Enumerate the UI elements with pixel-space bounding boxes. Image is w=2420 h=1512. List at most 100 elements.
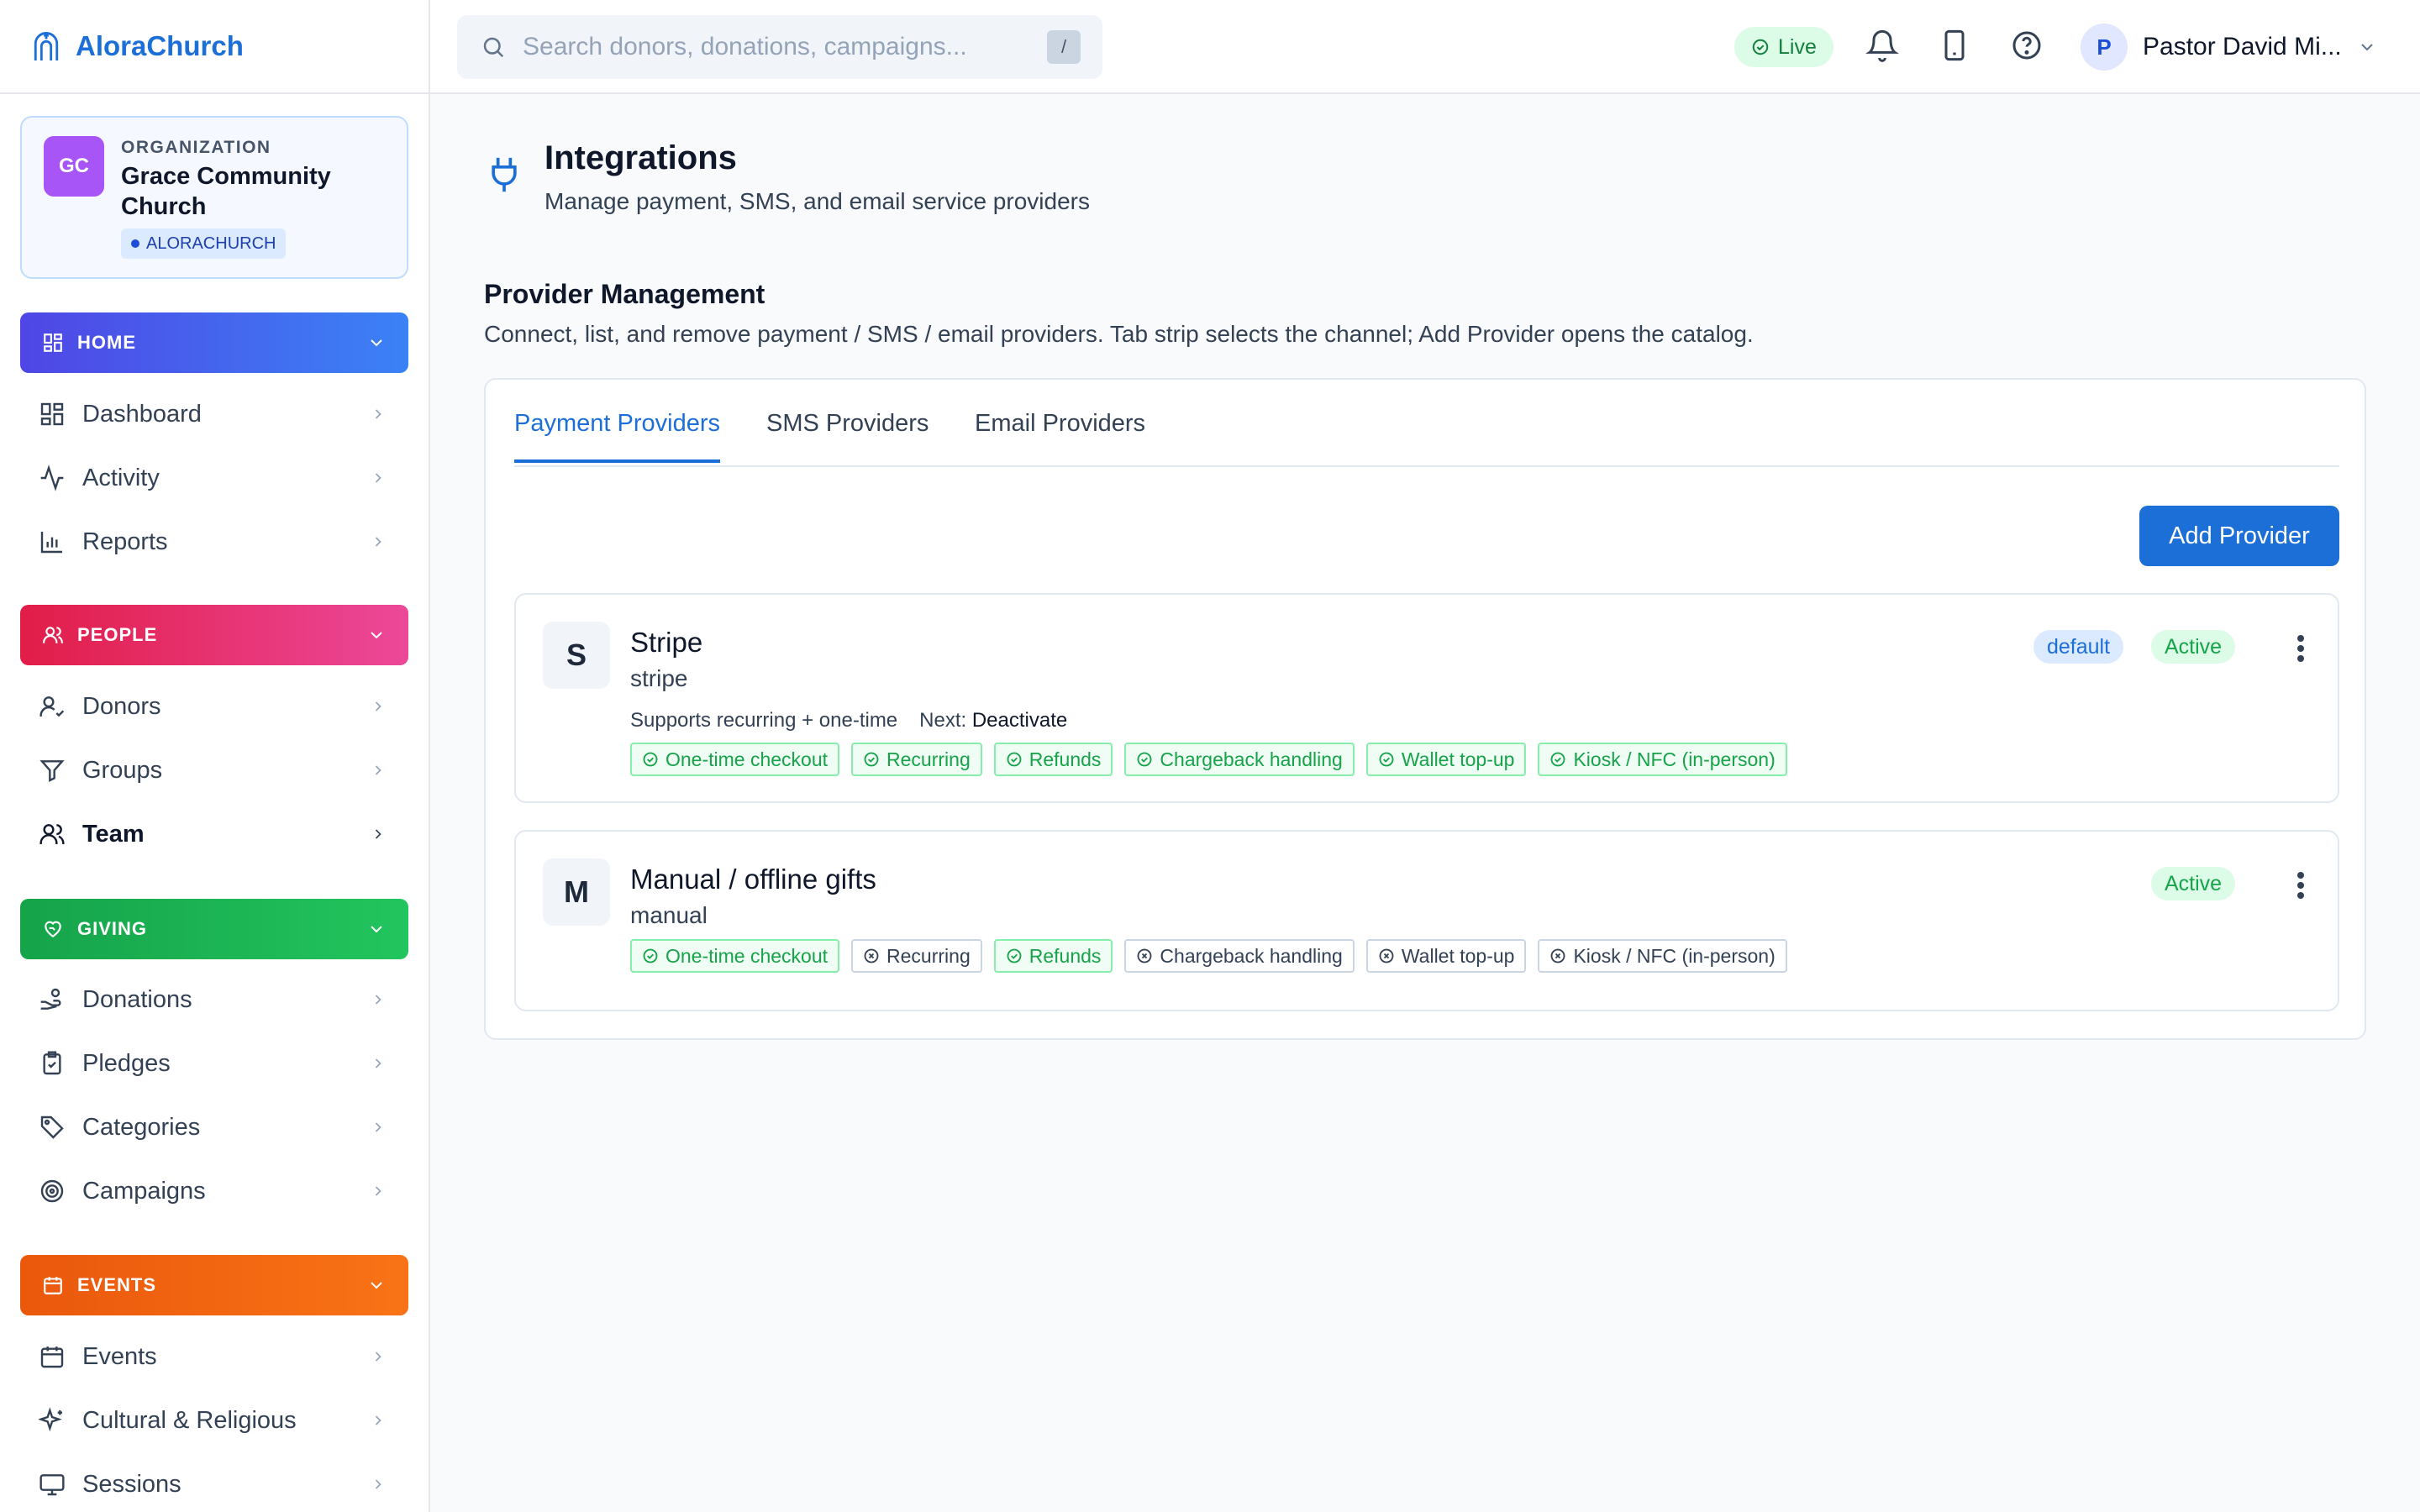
chevron-down-icon [366, 1275, 387, 1295]
section-people[interactable]: PEOPLE [20, 605, 408, 665]
tab-sms-providers[interactable]: SMS Providers [766, 410, 929, 459]
capability-label: Recurring [886, 748, 971, 770]
tab-payment-providers[interactable]: Payment Providers [514, 410, 720, 463]
live-status-badge: Live [1734, 27, 1833, 67]
chevron-right-icon [370, 991, 387, 1008]
chevron-right-icon [370, 762, 387, 779]
provider-panel: Payment Providers SMS Providers Email Pr… [484, 378, 2366, 1040]
provider-next-action[interactable]: Deactivate [972, 709, 1067, 732]
chevron-right-icon [370, 1476, 387, 1493]
section-events[interactable]: EVENTS [20, 1255, 408, 1315]
brand[interactable]: AloraChurch [0, 0, 429, 94]
calendar-icon [39, 1343, 66, 1370]
org-name: Grace Community Church [121, 163, 331, 220]
sidebar-item-donors[interactable]: Donors [20, 679, 408, 734]
sidebar-item-pledges[interactable]: Pledges [20, 1036, 408, 1091]
capability-chip: Wallet top-up [1365, 743, 1527, 776]
user-menu[interactable]: P Pastor David Mi... [2081, 24, 2377, 71]
sidebar-item-label: Dashboard [82, 400, 202, 428]
status-badge: Active [2151, 867, 2236, 900]
sidebar-item-sessions[interactable]: Sessions [20, 1457, 408, 1512]
section-home-label: HOME [77, 332, 136, 353]
provider-name: Stripe [630, 627, 703, 658]
sidebar-item-activity[interactable]: Activity [20, 450, 408, 506]
help-icon[interactable] [2010, 29, 2044, 62]
mobile-icon[interactable] [1938, 29, 1971, 62]
x-circle-icon [864, 948, 879, 963]
brand-name: AloraChurch [76, 30, 244, 61]
search-box[interactable]: / [457, 15, 1102, 79]
capability-chip: Chargeback handling [1124, 743, 1355, 776]
heart-hand-icon [42, 918, 64, 940]
provider-slug: stripe [630, 665, 688, 691]
search-input[interactable] [523, 33, 1027, 61]
sidebar-item-label: Sessions [82, 1470, 182, 1498]
check-circle-icon [643, 948, 658, 963]
target-icon [39, 1178, 66, 1205]
capability-label: Chargeback handling [1160, 944, 1343, 967]
sidebar-item-label: Groups [82, 756, 163, 784]
users-icon [39, 821, 66, 848]
chevron-down-icon [366, 625, 387, 645]
avatar: P [2081, 24, 2128, 71]
chevron-right-icon [370, 470, 387, 486]
sidebar-item-donations[interactable]: Donations [20, 972, 408, 1027]
more-options-icon[interactable] [2296, 870, 2306, 900]
chevron-down-icon [366, 333, 387, 353]
dashboard-icon [39, 401, 66, 428]
org-tag-dot [131, 239, 139, 248]
x-circle-icon [1138, 948, 1152, 963]
chevron-down-icon [366, 919, 387, 939]
user-check-icon [39, 693, 66, 720]
provider-meta: Supports recurring + one-time Next: Deac… [630, 709, 1067, 732]
live-label: Live [1778, 34, 1817, 59]
chevron-right-icon [370, 533, 387, 550]
sidebar-item-campaigns[interactable]: Campaigns [20, 1163, 408, 1219]
sidebar-item-reports[interactable]: Reports [20, 514, 408, 570]
bell-icon[interactable] [1865, 29, 1899, 62]
provider-tabs: Payment Providers SMS Providers Email Pr… [514, 380, 2339, 467]
more-options-icon[interactable] [2296, 633, 2306, 664]
sidebar-item-groups[interactable]: Groups [20, 743, 408, 798]
check-circle-icon [1379, 752, 1394, 767]
section-home[interactable]: HOME [20, 312, 408, 373]
sidebar-item-label: Cultural & Religious [82, 1406, 297, 1434]
add-provider-button[interactable]: Add Provider [2139, 506, 2339, 566]
sidebar: AloraChurch GC ORGANIZATION Grace Commun… [0, 0, 430, 1512]
chevron-right-icon [370, 1055, 387, 1072]
sidebar-item-label: Donations [82, 985, 192, 1013]
org-tag-label: ALORACHURCH [146, 234, 276, 253]
capability-chip: Recurring [851, 939, 982, 973]
sidebar-item-cultural[interactable]: Cultural & Religious [20, 1393, 408, 1448]
check-circle-icon [643, 752, 658, 767]
tab-email-providers[interactable]: Email Providers [975, 410, 1145, 459]
check-circle-icon [1007, 948, 1022, 963]
clipboard-check-icon [39, 1050, 66, 1077]
activity-icon [39, 465, 66, 491]
capability-label: Wallet top-up [1401, 748, 1515, 770]
check-circle-icon [1138, 752, 1152, 767]
check-circle-icon [864, 752, 879, 767]
provider-logo: M [543, 858, 610, 926]
capability-chip: Recurring [851, 743, 982, 776]
check-circle-icon [1551, 752, 1565, 767]
sidebar-item-categories[interactable]: Categories [20, 1100, 408, 1155]
sidebar-item-label: Events [82, 1342, 157, 1370]
check-circle-icon [1007, 752, 1022, 767]
sidebar-item-label: Donors [82, 692, 161, 720]
sidebar-item-team[interactable]: Team [20, 806, 408, 862]
chevron-right-icon [370, 826, 387, 843]
provider-card-stripe: S Stripe stripe Supports recurring + one… [514, 593, 2339, 803]
capability-label: Kiosk / NFC (in-person) [1573, 944, 1776, 967]
x-circle-icon [1551, 948, 1565, 963]
organization-card[interactable]: GC ORGANIZATION Grace Community Church A… [20, 116, 408, 279]
capability-chip: Refunds [993, 743, 1113, 776]
capability-label: Wallet top-up [1401, 944, 1515, 967]
default-badge: default [2033, 630, 2124, 664]
sidebar-item-events[interactable]: Events [20, 1329, 408, 1384]
section-description: Connect, list, and remove payment / SMS … [484, 321, 1754, 347]
section-giving[interactable]: GIVING [20, 899, 408, 959]
sidebar-item-label: Pledges [82, 1049, 171, 1077]
sidebar-item-dashboard[interactable]: Dashboard [20, 386, 408, 442]
sidebar-item-label: Campaigns [82, 1177, 206, 1205]
